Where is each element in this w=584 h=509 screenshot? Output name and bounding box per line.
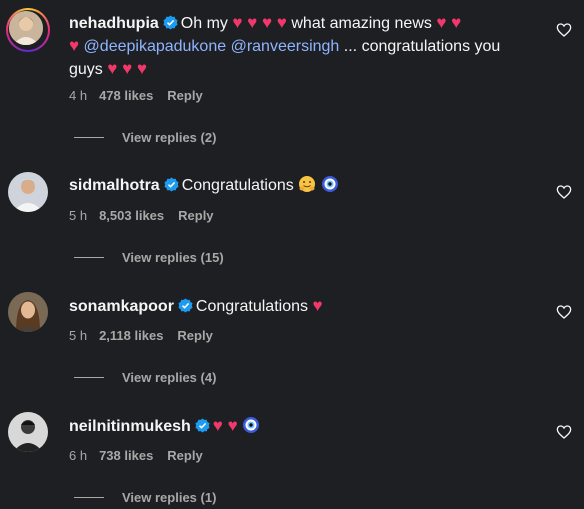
avatar[interactable] (8, 292, 48, 332)
heart-outline-icon[interactable] (556, 22, 572, 38)
hearts-emoji: ♥ ♥ ♥ ♥ (232, 13, 287, 32)
view-replies-label: View replies (1) (122, 490, 217, 505)
comment-body: neilnitinmukesh ♥ ♥ (69, 415, 534, 438)
username[interactable]: nehadhupia (69, 15, 159, 32)
view-replies-button[interactable]: View replies (15) (74, 250, 224, 265)
comment-text: what amazing news (291, 15, 432, 32)
comment-body: sidmalhotra Congratulations (69, 175, 534, 197)
comment-text: Congratulations (181, 177, 294, 194)
view-replies-button[interactable]: View replies (1) (74, 490, 216, 505)
timestamp: 5 h (69, 208, 88, 223)
hearts-emoji: ♥ ♥ (436, 13, 462, 32)
avatar[interactable] (8, 412, 48, 452)
comment-body: nehadhupia Oh my ♥ ♥ ♥ ♥ what amazing new… (69, 12, 534, 81)
nazar-amulet-icon (321, 176, 338, 192)
like-count[interactable]: 478 likes (99, 88, 153, 103)
avatar[interactable] (8, 172, 48, 212)
reply-button[interactable]: Reply (177, 328, 212, 343)
view-replies-label: View replies (15) (122, 250, 224, 265)
view-replies-label: View replies (4) (122, 370, 217, 385)
heart-outline-icon[interactable] (556, 184, 572, 200)
divider (74, 497, 104, 498)
comment-text: Oh my (180, 15, 228, 32)
hearts-emoji: ♥ ♥ ♥ (107, 59, 147, 78)
comment-meta: 6 h 738 likes Reply (69, 448, 217, 463)
comment-meta: 4 h 478 likes Reply (69, 88, 217, 103)
like-count[interactable]: 8,503 likes (99, 208, 164, 223)
comment-body: sonamkapoor Congratulations ♥ (69, 295, 534, 318)
divider (74, 377, 104, 378)
heart-outline-icon[interactable] (556, 304, 572, 320)
verified-badge-icon (164, 177, 179, 192)
hearts-emoji: ♥ (312, 296, 323, 315)
hearts-emoji: ♥ ♥ (212, 416, 238, 435)
timestamp: 4 h (69, 88, 88, 103)
divider (74, 137, 104, 138)
view-replies-button[interactable]: View replies (2) (74, 130, 216, 145)
timestamp: 5 h (69, 328, 88, 343)
avatar (9, 11, 43, 45)
view-replies-label: View replies (2) (122, 130, 217, 145)
verified-badge-icon (178, 298, 193, 313)
reply-button[interactable]: Reply (178, 208, 213, 223)
nazar-amulet-icon (243, 417, 260, 433)
comment-meta: 5 h 8,503 likes Reply (69, 208, 228, 223)
verified-badge-icon (163, 15, 178, 30)
comment-text: Congratulations (195, 298, 308, 315)
mention-link[interactable]: @deepikapadukone (84, 38, 227, 55)
heart-outline-icon[interactable] (556, 424, 572, 440)
username[interactable]: sidmalhotra (69, 177, 160, 194)
hearts-emoji: ♥ (69, 36, 80, 55)
username[interactable]: neilnitinmukesh (69, 418, 191, 435)
like-count[interactable]: 738 likes (99, 448, 153, 463)
avatar-story-ring[interactable] (6, 8, 50, 52)
like-count[interactable]: 2,118 likes (99, 328, 163, 343)
divider (74, 257, 104, 258)
username[interactable]: sonamkapoor (69, 298, 174, 315)
verified-badge-icon (195, 418, 210, 433)
timestamp: 6 h (69, 448, 88, 463)
view-replies-button[interactable]: View replies (4) (74, 370, 216, 385)
comment-meta: 5 h 2,118 likes Reply (69, 328, 227, 343)
reply-button[interactable]: Reply (167, 88, 202, 103)
mention-link[interactable]: @ranveersingh (231, 38, 340, 55)
reply-button[interactable]: Reply (167, 448, 202, 463)
hugging-face-icon (299, 176, 316, 192)
